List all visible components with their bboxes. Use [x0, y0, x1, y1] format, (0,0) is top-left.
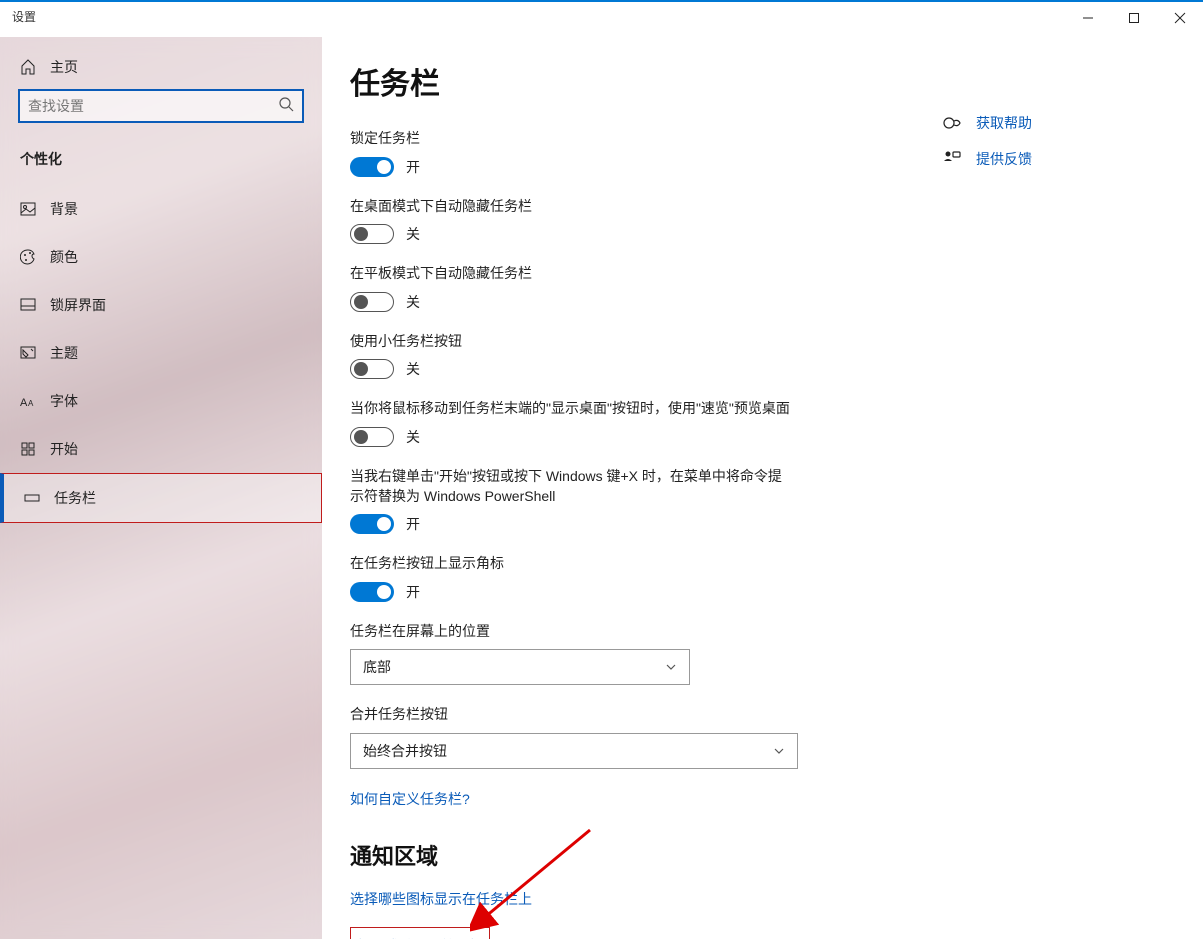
- aside-help-label: 获取帮助: [976, 113, 1032, 133]
- position-label: 任务栏在屏幕上的位置: [350, 622, 790, 642]
- toggle-state-label: 关: [406, 427, 420, 447]
- setting-label: 当你将鼠标移动到任务栏末端的"显示桌面"按钮时，使用"速览"预览桌面: [350, 399, 790, 419]
- toggle-switch[interactable]: [350, 427, 394, 447]
- toggle-state-label: 开: [406, 514, 420, 534]
- font-icon: AA: [20, 393, 36, 409]
- picture-icon: [20, 201, 36, 217]
- toggle-state-label: 开: [406, 582, 420, 602]
- search-box[interactable]: [18, 89, 304, 123]
- toggle-switch[interactable]: [350, 292, 394, 312]
- search-input[interactable]: [28, 98, 278, 114]
- sidebar-item-taskbar[interactable]: 任务栏: [0, 473, 322, 523]
- sidebar-item-palette[interactable]: 颜色: [0, 233, 322, 281]
- sidebar-home[interactable]: 主页: [0, 45, 322, 89]
- home-icon: [20, 59, 36, 75]
- sidebar-item-label: 颜色: [50, 247, 78, 267]
- sidebar-item-start[interactable]: 开始: [0, 425, 322, 473]
- toggle-switch[interactable]: [350, 359, 394, 379]
- minimize-icon: [1082, 12, 1094, 24]
- window-title: 设置: [0, 2, 48, 31]
- lockscreen-icon: [20, 297, 36, 313]
- chevron-down-icon: [773, 745, 785, 757]
- aside-get-help[interactable]: 获取帮助: [942, 105, 1182, 141]
- aside-panel: 获取帮助 提供反馈: [942, 37, 1202, 939]
- titlebar: 设置: [0, 2, 1203, 37]
- search-icon: [278, 96, 294, 117]
- toggle-switch[interactable]: [350, 157, 394, 177]
- position-dropdown[interactable]: 底部: [350, 649, 690, 685]
- close-icon: [1174, 12, 1186, 24]
- toggle-state-label: 关: [406, 292, 420, 312]
- combine-value: 始终合并按钮: [363, 741, 447, 761]
- sidebar-item-label: 开始: [50, 439, 78, 459]
- setting-label: 在桌面模式下自动隐藏任务栏: [350, 197, 790, 217]
- sidebar-item-picture[interactable]: 背景: [0, 185, 322, 233]
- toggle-switch[interactable]: [350, 224, 394, 244]
- setting-label: 使用小任务栏按钮: [350, 332, 790, 352]
- toggle-switch[interactable]: [350, 514, 394, 534]
- content-area: 任务栏 锁定任务栏开在桌面模式下自动隐藏任务栏关在平板模式下自动隐藏任务栏关使用…: [322, 37, 942, 939]
- maximize-icon: [1128, 12, 1140, 24]
- start-icon: [20, 441, 36, 457]
- chevron-down-icon: [665, 661, 677, 673]
- palette-icon: [20, 249, 36, 265]
- feedback-icon: [942, 149, 962, 169]
- setting-label: 锁定任务栏: [350, 129, 790, 149]
- setting-label: 当我右键单击"开始"按钮或按下 Windows 键+X 时，在菜单中将命令提示符…: [350, 467, 790, 506]
- close-button[interactable]: [1157, 2, 1203, 34]
- toggle-state-label: 关: [406, 224, 420, 244]
- sidebar-item-label: 字体: [50, 391, 78, 411]
- aside-feedback-label: 提供反馈: [976, 149, 1032, 169]
- sidebar-item-font[interactable]: AA 字体: [0, 377, 322, 425]
- combine-dropdown[interactable]: 始终合并按钮: [350, 733, 798, 769]
- sidebar-item-label: 主题: [50, 343, 78, 363]
- aside-feedback[interactable]: 提供反馈: [942, 141, 1182, 177]
- sidebar-item-label: 背景: [50, 199, 78, 219]
- sidebar-item-label: 任务栏: [54, 488, 96, 508]
- sidebar: 主页 个性化 背景颜色锁屏界面主题 AA 字体开始任务栏: [0, 37, 322, 939]
- setting-label: 在平板模式下自动隐藏任务栏: [350, 264, 790, 284]
- minimize-button[interactable]: [1065, 2, 1111, 34]
- svg-text:A: A: [28, 399, 34, 408]
- toggle-state-label: 关: [406, 359, 420, 379]
- combine-label: 合并任务栏按钮: [350, 705, 790, 725]
- toggle-switch[interactable]: [350, 582, 394, 602]
- sidebar-home-label: 主页: [50, 57, 78, 77]
- sidebar-item-label: 锁屏界面: [50, 295, 106, 315]
- theme-icon: [20, 345, 36, 361]
- toggle-state-label: 开: [406, 157, 420, 177]
- svg-text:A: A: [20, 397, 28, 409]
- maximize-button[interactable]: [1111, 2, 1157, 34]
- setting-label: 在任务栏按钮上显示角标: [350, 554, 790, 574]
- notification-section-title: 通知区域: [350, 839, 914, 871]
- sidebar-category-label: 个性化: [0, 137, 322, 185]
- sidebar-item-theme[interactable]: 主题: [0, 329, 322, 377]
- page-title: 任务栏: [350, 59, 914, 103]
- notification-link-system-icons[interactable]: 打开或关闭系统图标: [350, 927, 490, 939]
- customize-link[interactable]: 如何自定义任务栏?: [350, 789, 470, 809]
- taskbar-icon: [24, 490, 40, 506]
- position-value: 底部: [363, 657, 391, 677]
- sidebar-item-lockscreen[interactable]: 锁屏界面: [0, 281, 322, 329]
- notification-link-select-icons[interactable]: 选择哪些图标显示在任务栏上: [350, 889, 532, 909]
- help-icon: [942, 113, 962, 133]
